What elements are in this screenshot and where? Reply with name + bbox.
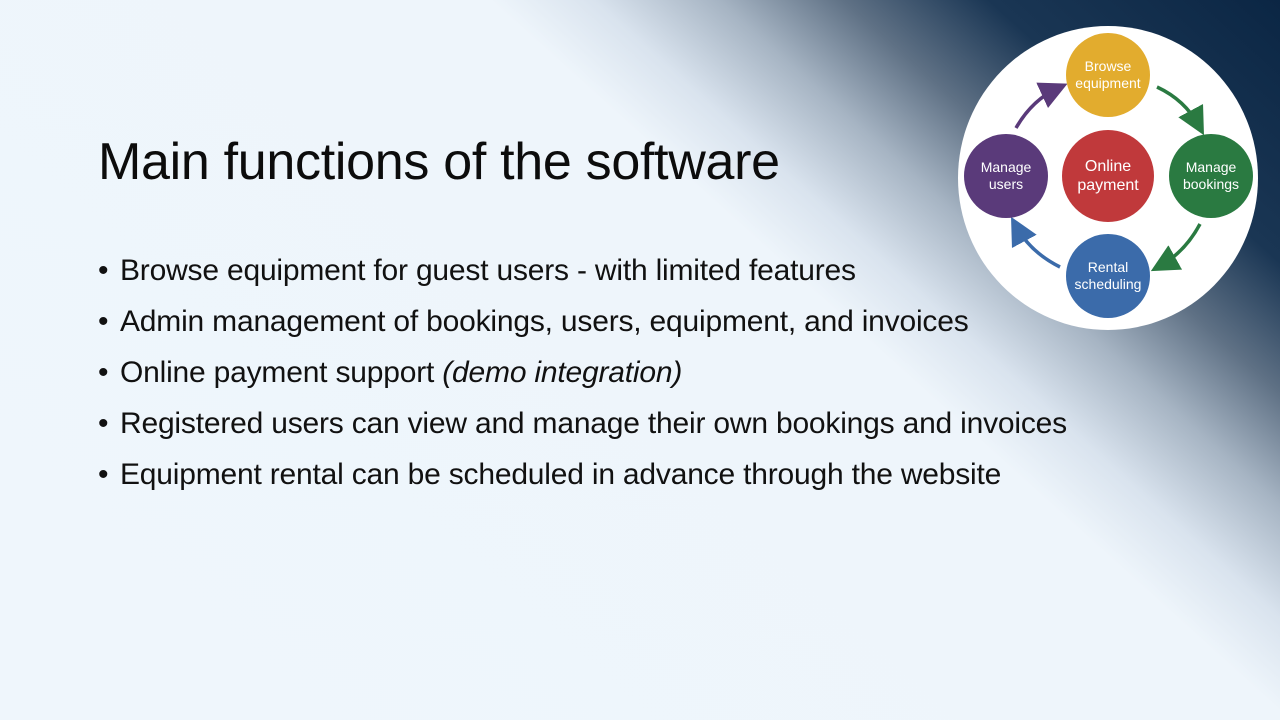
cycle-node-label: Browse equipment [1075, 58, 1141, 91]
cycle-node-label: Manage bookings [1182, 159, 1240, 192]
cycle-node-label: Online payment [1077, 158, 1139, 194]
bullet-item: • Admin management of bookings, users, eq… [98, 303, 1138, 341]
slide-title: Main functions of the software [98, 133, 780, 191]
cycle-node-manage-bookings: Manage bookings [1169, 134, 1253, 218]
cycle-node-label: Rental scheduling [1074, 259, 1142, 292]
bullet-symbol: • [98, 458, 109, 491]
bullet-text: Equipment rental can be scheduled in adv… [120, 458, 1002, 491]
cycle-node-rental-scheduling: Rental scheduling [1066, 234, 1150, 318]
bullet-symbol: • [98, 254, 109, 287]
bullet-item: • Equipment rental can be scheduled in ad… [98, 456, 1138, 494]
bullet-symbol: • [98, 356, 109, 389]
bullet-text: Online payment support [120, 356, 443, 389]
cycle-node-browse-equipment: Browse equipment [1066, 33, 1150, 117]
cycle-node-online-payment: Online payment [1062, 130, 1154, 222]
bullet-text: Registered users can view and manage the… [120, 407, 1067, 440]
bullet-note: (demo integration) [442, 356, 683, 389]
bullet-symbol: • [98, 407, 109, 440]
cycle-node-label: Manage users [980, 159, 1032, 192]
bullet-item: • Online payment support (demo integratio… [98, 354, 1138, 392]
slide: Main functions of the software • Browse e… [0, 0, 1280, 720]
bullet-item: • Registered users can view and manage th… [98, 405, 1138, 443]
bullet-symbol: • [98, 305, 109, 338]
bullet-list: • Browse equipment for guest users - with… [98, 252, 1138, 507]
cycle-node-manage-users: Manage users [964, 134, 1048, 218]
bullet-text: Browse equipment for guest users - with … [120, 254, 856, 287]
bullet-text: Admin management of bookings, users, equ… [120, 305, 969, 338]
